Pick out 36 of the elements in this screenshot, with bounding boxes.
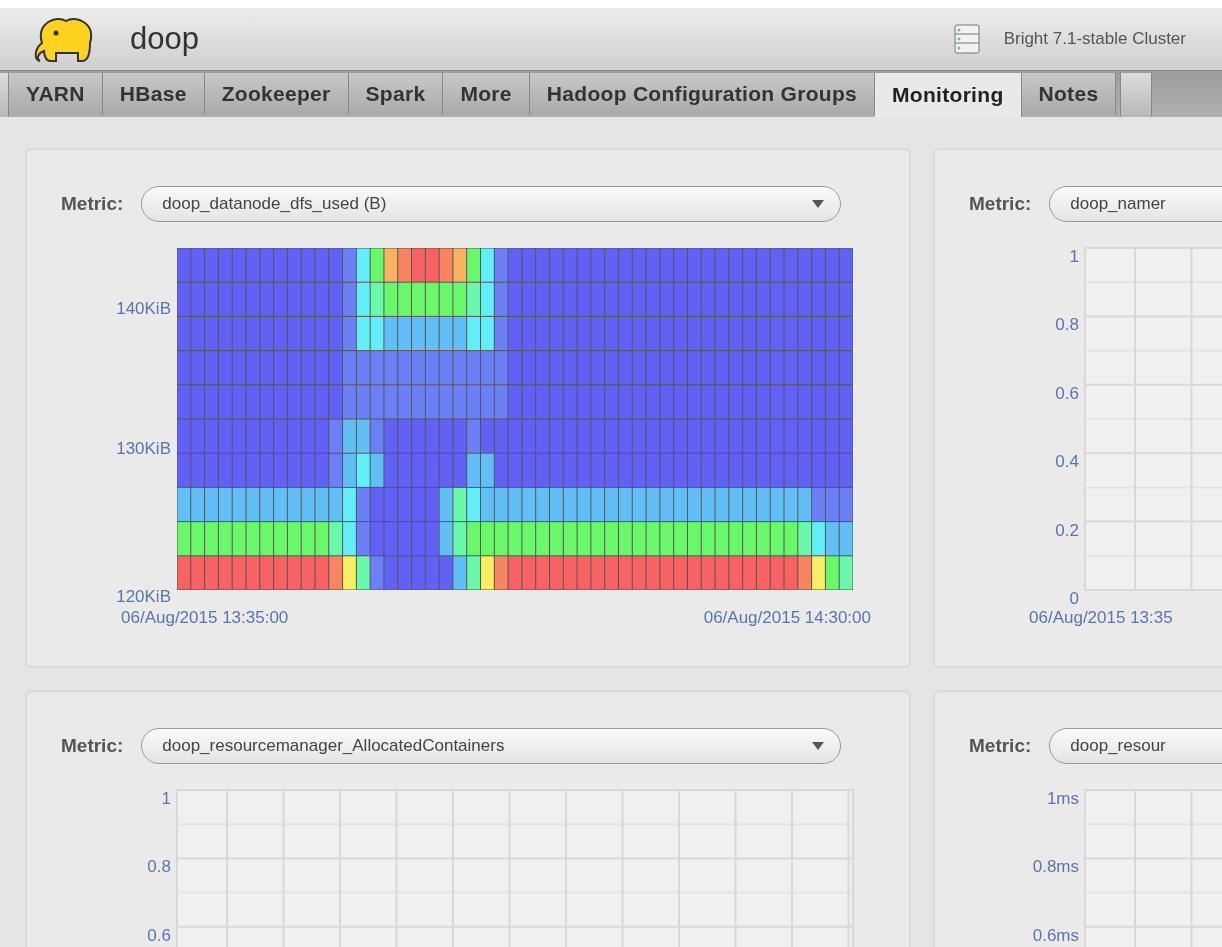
tab[interactable]: Spark bbox=[348, 73, 444, 115]
x-axis-label: 06/Aug/2015 14:30:00 bbox=[703, 608, 871, 627]
tab[interactable]: More bbox=[443, 73, 530, 115]
tab[interactable]: HBase bbox=[102, 73, 205, 115]
tab[interactable]: YARN bbox=[9, 73, 103, 115]
y-axis-label: 120KiB bbox=[116, 587, 171, 606]
tab[interactable]: Monitoring bbox=[875, 73, 1022, 117]
y-axis-label: 1 bbox=[161, 789, 171, 808]
metric-label: Metric: bbox=[61, 735, 124, 757]
metric-dropdown[interactable]: doop_resourcemanager_AllocatedContainers bbox=[141, 728, 842, 764]
y-axis-label: 1ms bbox=[1046, 789, 1079, 808]
metric-label: Metric: bbox=[61, 193, 124, 215]
metric-dropdown[interactable]: doop_resour bbox=[1049, 728, 1222, 764]
tab[interactable]: Notes bbox=[1021, 73, 1117, 115]
y-axis-label: 130KiB bbox=[116, 439, 171, 458]
y-axis-label: 0.4 bbox=[1055, 452, 1079, 472]
tab[interactable]: Zookeeper bbox=[204, 73, 349, 115]
tab[interactable]: Hadoop Configuration Groups bbox=[529, 73, 876, 115]
metric-dropdown[interactable]: doop_namer bbox=[1049, 186, 1222, 222]
app-title: doop bbox=[130, 21, 199, 57]
y-axis-label: 0.8ms bbox=[1032, 857, 1079, 877]
y-axis-label: 0.6ms bbox=[1032, 925, 1079, 945]
y-axis-label: 0.2 bbox=[1055, 520, 1079, 540]
x-axis-label: 06/Aug/2015 13:35 bbox=[1029, 608, 1173, 627]
metric-label: Metric: bbox=[969, 735, 1032, 757]
y-axis-label: 1 bbox=[1069, 247, 1079, 266]
y-axis-label: 0.8 bbox=[1055, 315, 1079, 335]
metric-label: Metric: bbox=[969, 193, 1032, 215]
y-axis-label: 0.6 bbox=[1055, 383, 1079, 403]
y-axis-label: 140KiB bbox=[116, 299, 171, 318]
y-axis-label: 0 bbox=[1069, 589, 1079, 608]
metric-dropdown[interactable]: doop_datanode_dfs_used (B) bbox=[141, 186, 842, 222]
x-axis-label: 06/Aug/2015 13:35:00 bbox=[121, 608, 289, 627]
cluster-name: Bright 7.1-stable Cluster bbox=[1003, 29, 1186, 49]
y-axis-label: 0.8 bbox=[147, 857, 171, 877]
y-axis-label: 0.6 bbox=[147, 925, 171, 945]
